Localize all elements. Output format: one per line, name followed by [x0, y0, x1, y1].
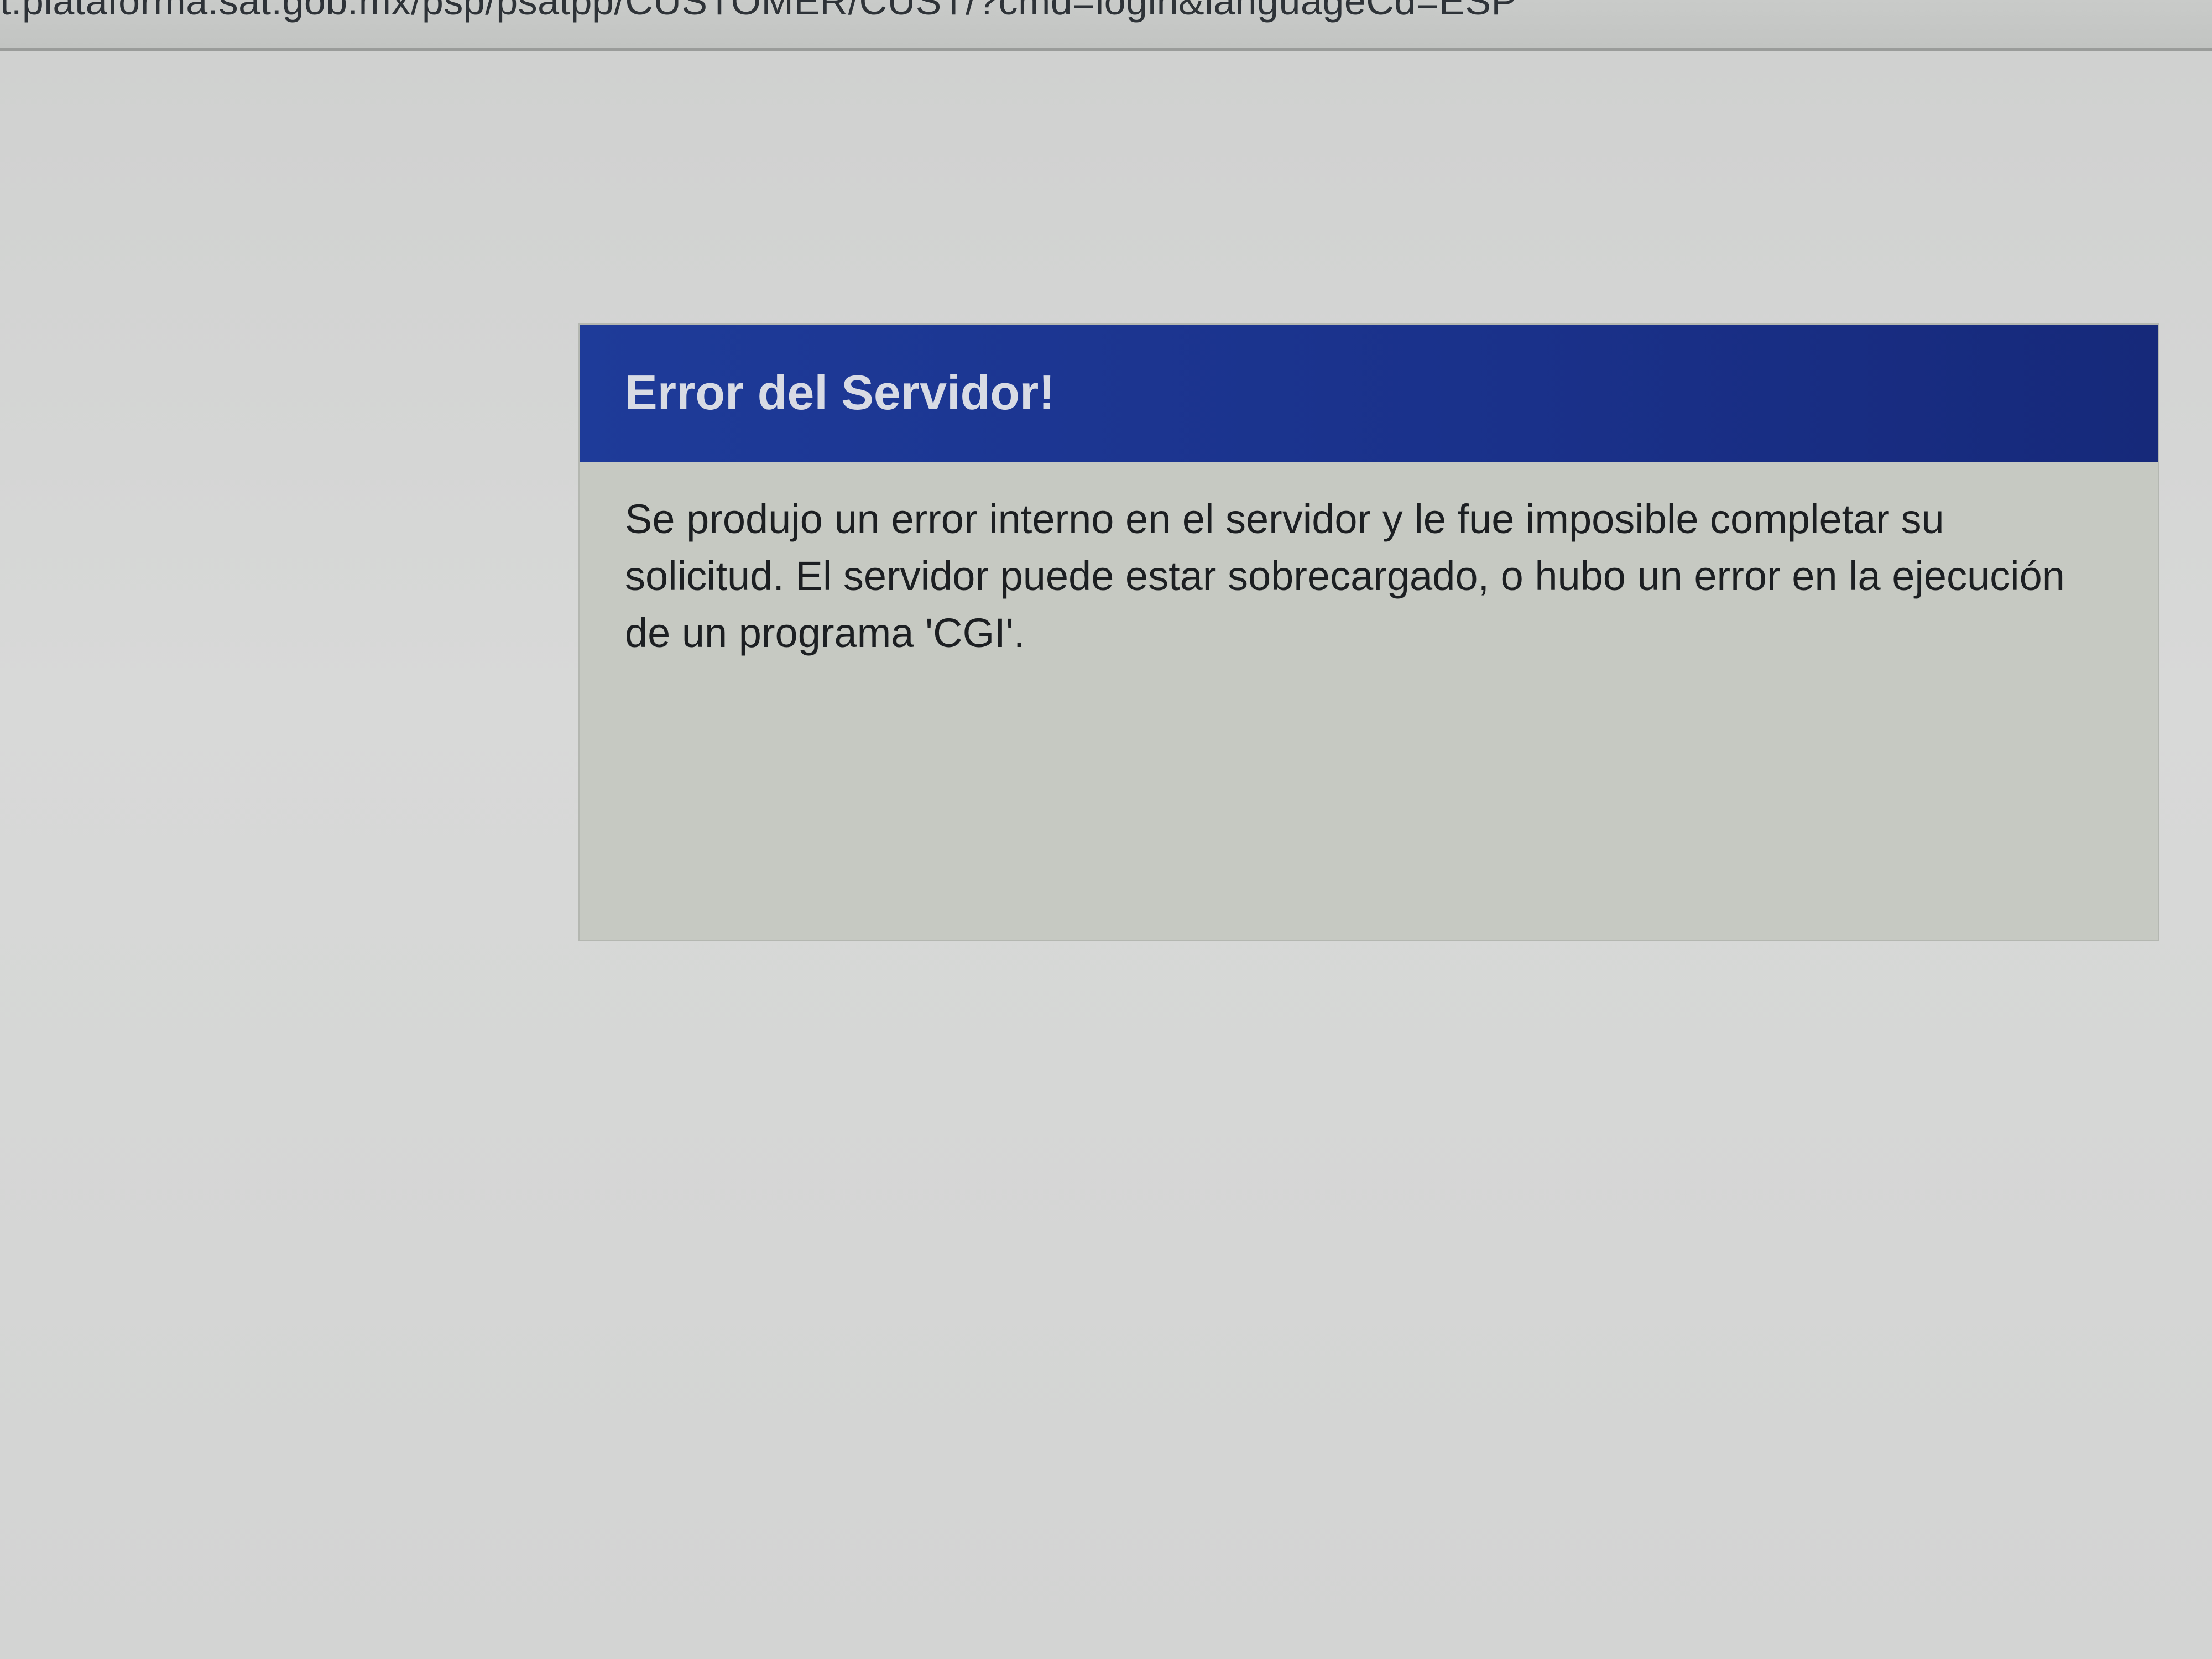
address-bar[interactable]: t.plataforma.sat.gob.mx/psp/psatpp/CUSTO…: [0, 0, 2212, 51]
error-panel: Error del Servidor! Se produjo un error …: [578, 323, 2159, 941]
page-content: Error del Servidor! Se produjo un error …: [0, 51, 2212, 1659]
error-header: Error del Servidor!: [580, 325, 2158, 462]
error-message: Se produjo un error interno en el servid…: [625, 496, 2065, 656]
error-title: Error del Servidor!: [625, 365, 1055, 420]
url-text[interactable]: t.plataforma.sat.gob.mx/psp/psatpp/CUSTO…: [0, 0, 1517, 23]
